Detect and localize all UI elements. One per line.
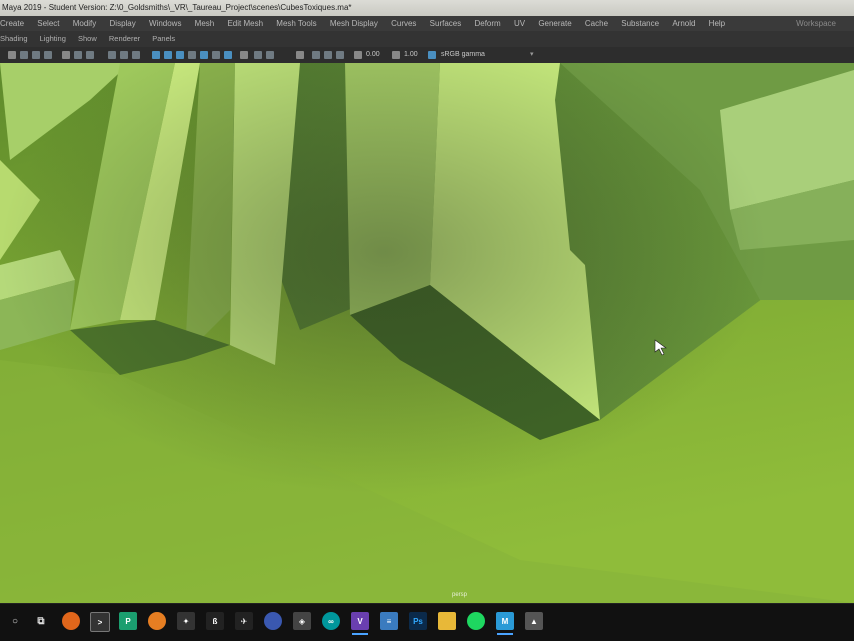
- menu-help[interactable]: Help: [709, 16, 725, 31]
- spotify-icon[interactable]: [467, 612, 485, 630]
- menu-select[interactable]: Select: [37, 16, 59, 31]
- grid-icon[interactable]: [62, 51, 70, 59]
- bookmarks-icon[interactable]: [32, 51, 40, 59]
- panel-menu-bar: Shading Lighting Show Renderer Panels: [0, 31, 854, 47]
- menu-uv[interactable]: UV: [514, 16, 525, 31]
- gamma-icon[interactable]: [392, 51, 400, 59]
- panel-menu-lighting[interactable]: Lighting: [40, 31, 66, 47]
- textured-icon[interactable]: [176, 51, 184, 59]
- menu-edit-mesh[interactable]: Edit Mesh: [227, 16, 263, 31]
- ambient-occlusion-icon[interactable]: [212, 51, 220, 59]
- gate-mask-icon[interactable]: [108, 51, 116, 59]
- git-icon[interactable]: ß: [206, 612, 224, 630]
- exposure-icon[interactable]: [354, 51, 362, 59]
- unity-icon[interactable]: ◈: [293, 612, 311, 630]
- film-gate-icon[interactable]: [74, 51, 82, 59]
- color-management-icon[interactable]: [428, 51, 436, 59]
- menu-windows[interactable]: Windows: [149, 16, 181, 31]
- shadows-icon[interactable]: [200, 51, 208, 59]
- panel-menu-show[interactable]: Show: [78, 31, 97, 47]
- menu-mesh-display[interactable]: Mesh Display: [330, 16, 378, 31]
- menu-curves[interactable]: Curves: [391, 16, 416, 31]
- hud-icon[interactable]: [312, 51, 320, 59]
- windows-taskbar: ○ ⧉ > P ✦ ß ✈ ◈ ∞ V ≡ Ps M ▲: [0, 603, 854, 641]
- task-view-icon[interactable]: ⧉: [32, 612, 50, 630]
- menu-mesh-tools[interactable]: Mesh Tools: [276, 16, 316, 31]
- select-camera-icon[interactable]: [296, 51, 304, 59]
- blender-icon[interactable]: [148, 612, 166, 630]
- viewport-toolbar: 0.00 1.00 sRGB gamma ▾: [0, 47, 854, 63]
- menu-arnold[interactable]: Arnold: [672, 16, 695, 31]
- 3d-viewport[interactable]: [0, 63, 854, 603]
- terminal-icon[interactable]: >: [90, 612, 110, 632]
- app-icon-2[interactable]: [264, 612, 282, 630]
- panel-layout-icon[interactable]: [336, 51, 344, 59]
- camera-label: persp: [452, 592, 468, 598]
- screen-reflection: [0, 63, 854, 603]
- notepad-icon[interactable]: ≡: [380, 612, 398, 630]
- panel-menu-shading[interactable]: Shading: [0, 31, 28, 47]
- camera-attributes-icon[interactable]: [20, 51, 28, 59]
- menu-deform[interactable]: Deform: [474, 16, 500, 31]
- gate-icon[interactable]: [324, 51, 332, 59]
- workspace-selector[interactable]: Workspace: [796, 16, 836, 31]
- xray-icon[interactable]: [254, 51, 262, 59]
- panel-menu-panels[interactable]: Panels: [152, 31, 175, 47]
- menu-display[interactable]: Display: [110, 16, 136, 31]
- window-title-bar: Maya 2019 - Student Version: Z:\0_Goldsm…: [0, 0, 854, 16]
- image-plane-icon[interactable]: [44, 51, 52, 59]
- isolate-select-icon[interactable]: [240, 51, 248, 59]
- file-explorer-icon[interactable]: [438, 612, 456, 630]
- panel-menu-renderer[interactable]: Renderer: [109, 31, 140, 47]
- resolution-gate-icon[interactable]: [86, 51, 94, 59]
- inkscape-icon[interactable]: ✈: [235, 612, 253, 630]
- smooth-shade-icon[interactable]: [164, 51, 172, 59]
- arduino-icon[interactable]: ∞: [322, 612, 340, 630]
- photoshop-icon[interactable]: Ps: [409, 612, 427, 630]
- gamma-value[interactable]: 1.00: [404, 47, 418, 63]
- camera-select-icon[interactable]: [8, 51, 16, 59]
- maya-icon[interactable]: M: [496, 612, 514, 635]
- exposure-value[interactable]: 0.00: [366, 47, 380, 63]
- menu-cache[interactable]: Cache: [585, 16, 608, 31]
- menu-generate[interactable]: Generate: [538, 16, 571, 31]
- window-title: Maya 2019 - Student Version: Z:\0_Goldsm…: [2, 3, 352, 12]
- menu-create[interactable]: Create: [0, 16, 24, 31]
- wireframe-icon[interactable]: [152, 51, 160, 59]
- visual-studio-icon[interactable]: V: [351, 612, 369, 635]
- search-icon[interactable]: ○: [6, 612, 24, 630]
- xray-joints-icon[interactable]: [266, 51, 274, 59]
- safe-action-icon[interactable]: [132, 51, 140, 59]
- menu-substance[interactable]: Substance: [621, 16, 659, 31]
- menu-mesh[interactable]: Mesh: [195, 16, 215, 31]
- menu-surfaces[interactable]: Surfaces: [430, 16, 462, 31]
- pycharm-icon[interactable]: P: [119, 612, 137, 630]
- lights-icon[interactable]: [188, 51, 196, 59]
- menu-modify[interactable]: Modify: [73, 16, 97, 31]
- antialiasing-icon[interactable]: [224, 51, 232, 59]
- main-menu-bar: Create Select Modify Display Windows Mes…: [0, 16, 854, 31]
- chevron-down-icon[interactable]: ▾: [530, 47, 534, 63]
- photos-icon[interactable]: ▲: [525, 612, 543, 630]
- firefox-icon[interactable]: [62, 612, 80, 630]
- field-chart-icon[interactable]: [120, 51, 128, 59]
- viewport-scene: [0, 63, 854, 603]
- color-space-dropdown[interactable]: sRGB gamma: [441, 47, 485, 63]
- app-icon[interactable]: ✦: [177, 612, 195, 630]
